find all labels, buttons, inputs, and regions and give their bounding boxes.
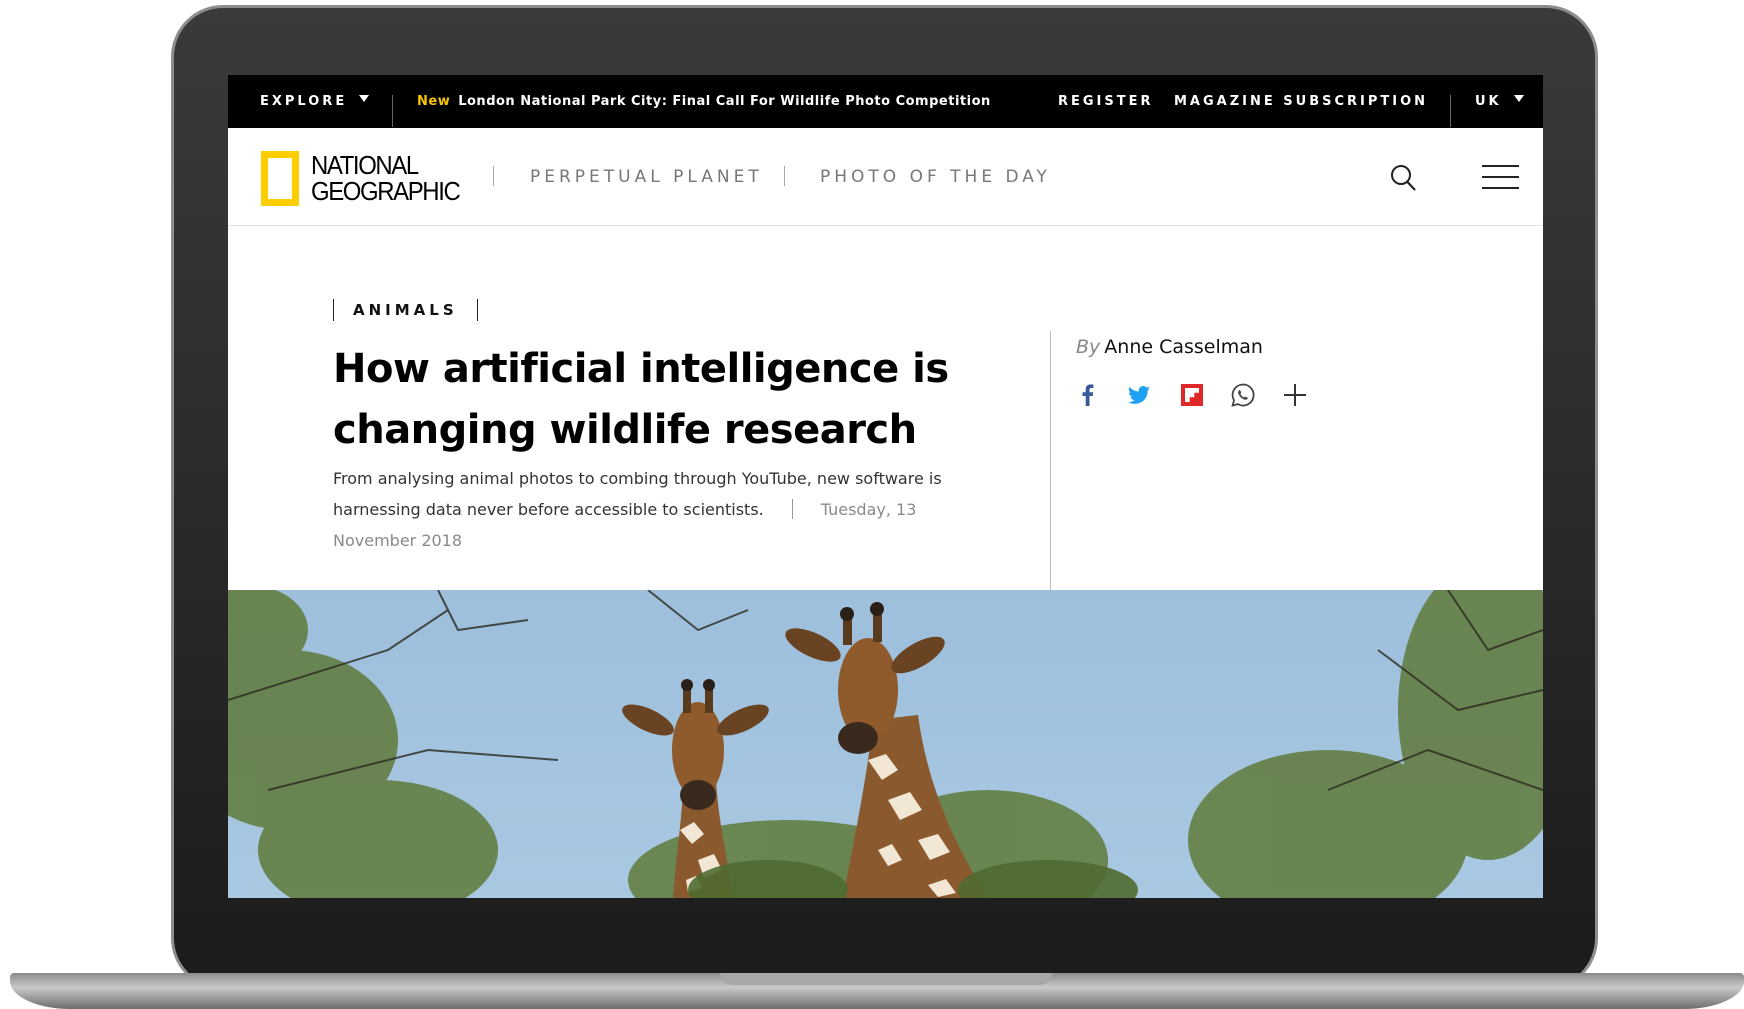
twitter-icon[interactable] bbox=[1125, 381, 1153, 409]
promo-link[interactable]: New London National Park City: Final Call… bbox=[417, 94, 991, 109]
divider bbox=[493, 166, 494, 186]
burger-line bbox=[1482, 187, 1519, 189]
nav-link-perpetual-planet[interactable]: PERPETUAL PLANET bbox=[530, 167, 763, 187]
nav-link-photo-of-the-day[interactable]: PHOTO OF THE DAY bbox=[820, 167, 1051, 187]
category-kicker[interactable]: ANIMALS bbox=[333, 299, 478, 321]
region-label: UK bbox=[1475, 94, 1502, 109]
promo-text: London National Park City: Final Call Fo… bbox=[458, 94, 991, 109]
explore-menu[interactable]: EXPLORE bbox=[260, 94, 370, 109]
logo-yellow-border-icon bbox=[261, 151, 299, 206]
logo-line-2: GEOGRAPHIC bbox=[311, 176, 461, 206]
byline: By Anne Casselman bbox=[1076, 336, 1263, 358]
byline-prefix: By bbox=[1076, 336, 1101, 358]
logo-wordmark: NATIONAL GEOGRAPHIC bbox=[311, 150, 461, 206]
dropdown-caret-icon bbox=[1513, 95, 1524, 102]
main-navbar: NATIONAL GEOGRAPHIC PERPETUAL PLANET PHO… bbox=[228, 128, 1543, 226]
burger-line bbox=[1482, 176, 1519, 178]
promo-new-badge: New bbox=[417, 94, 451, 109]
divider bbox=[392, 95, 393, 127]
dropdown-caret-icon bbox=[359, 95, 370, 102]
laptop-notch bbox=[720, 973, 1052, 985]
magazine-subscription-link[interactable]: MAGAZINE SUBSCRIPTION bbox=[1174, 94, 1428, 109]
column-divider bbox=[1050, 331, 1051, 594]
logo-line-1: NATIONAL bbox=[311, 150, 419, 180]
facebook-icon[interactable] bbox=[1074, 381, 1102, 409]
explore-label: EXPLORE bbox=[260, 94, 348, 109]
flipboard-icon[interactable] bbox=[1178, 381, 1206, 409]
hamburger-menu-icon[interactable] bbox=[1482, 165, 1519, 189]
search-icon[interactable] bbox=[1390, 164, 1416, 192]
divider bbox=[791, 499, 793, 519]
divider bbox=[784, 166, 785, 186]
whatsapp-icon[interactable] bbox=[1229, 381, 1257, 409]
region-selector[interactable]: UK bbox=[1475, 94, 1524, 109]
burger-line bbox=[1482, 165, 1519, 167]
register-link[interactable]: REGISTER bbox=[1058, 94, 1154, 109]
article-header: ANIMALS How artificial intelligence is c… bbox=[228, 226, 1543, 594]
more-share-plus-icon[interactable] bbox=[1281, 381, 1309, 409]
top-utility-bar: EXPLORE New London National Park City: Fi… bbox=[228, 75, 1543, 128]
article-dek: From analysing animal photos to combing … bbox=[333, 463, 968, 556]
article-headline: How artificial intelligence is changing … bbox=[333, 346, 949, 453]
browser-viewport: EXPLORE New London National Park City: Fi… bbox=[228, 75, 1543, 898]
author-name[interactable]: Anne Casselman bbox=[1104, 336, 1263, 358]
hero-image-giraffes bbox=[228, 590, 1543, 898]
divider bbox=[1450, 95, 1451, 127]
